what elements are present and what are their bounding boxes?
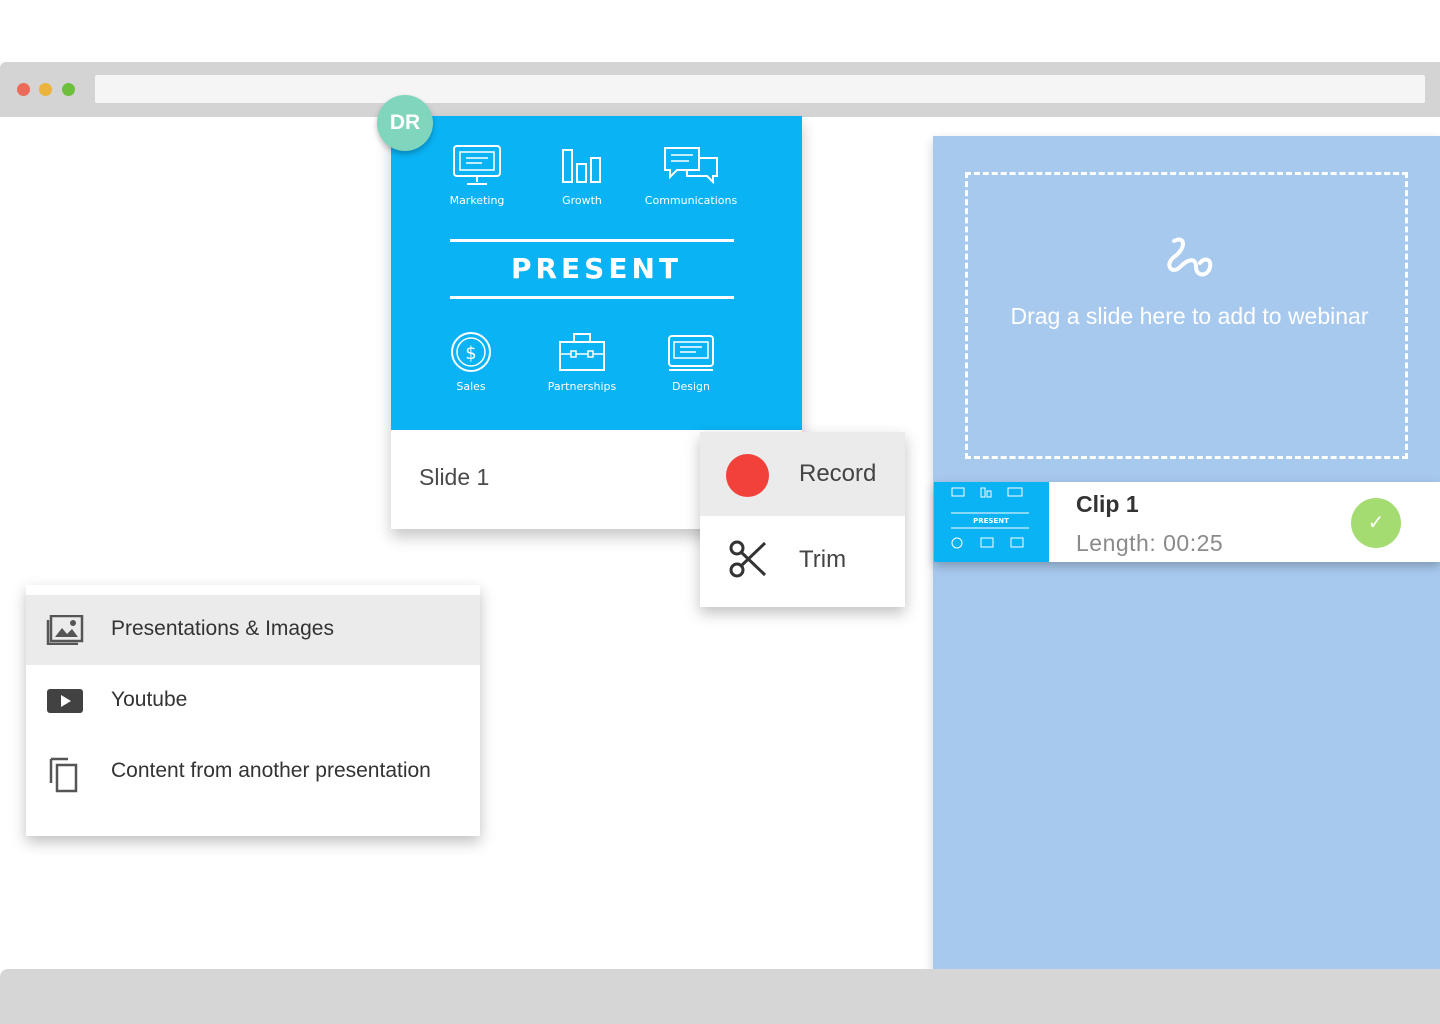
slide-item-design: Design (631, 330, 751, 393)
menu-item-label: Content from another presentation (111, 759, 431, 782)
clip-thumbnail: PRESENT (934, 482, 1049, 562)
squiggle-icon (1167, 237, 1213, 277)
trim-menu-item[interactable]: Trim (700, 518, 905, 602)
browser-footer (0, 969, 1440, 1024)
slide-item-label: Partnerships (547, 380, 617, 393)
slide-item-communications: Communications (631, 144, 751, 207)
menu-item-label: Presentations & Images (111, 617, 334, 640)
slide-item-label: Marketing (449, 194, 505, 207)
window-minimize-dot[interactable] (39, 83, 52, 96)
copy-icon (49, 757, 78, 793)
record-menu-item[interactable]: Record (700, 432, 905, 516)
slide-item-label: Design (672, 380, 710, 393)
slide-item-sales: $ Sales (411, 330, 531, 393)
slide-item-partnerships: Partnerships (522, 330, 642, 393)
youtube-icon (47, 689, 83, 713)
images-icon (46, 615, 84, 645)
slide-item-growth: Growth (522, 144, 642, 207)
browser-window-icon (668, 335, 714, 371)
record-icon (726, 454, 769, 497)
drop-zone-text: Drag a slide here to add to webinar (1010, 303, 1369, 329)
divider (450, 296, 734, 299)
svg-text:PRESENT: PRESENT (973, 517, 1009, 525)
drop-zone[interactable]: Drag a slide here to add to webinar (965, 172, 1408, 459)
window-close-dot[interactable] (17, 83, 30, 96)
divider (450, 239, 734, 242)
address-bar[interactable] (95, 75, 1425, 103)
slide-action-menu: Record Trim (700, 432, 905, 607)
slide-item-marketing: Marketing (417, 144, 537, 207)
bar-chart-icon (562, 149, 601, 183)
clip-title: Clip 1 (1076, 491, 1139, 517)
slide-item-label: Growth (562, 194, 602, 207)
clip-card[interactable]: PRESENT Clip 1 Length: 00:25 ✓ (934, 482, 1440, 562)
menu-item-presentations-images[interactable]: Presentations & Images (26, 595, 480, 665)
dollar-coin-icon: $ (451, 332, 491, 372)
briefcase-icon (559, 333, 605, 371)
scissors-icon (729, 540, 767, 578)
slide-item-label: Communications (644, 194, 738, 207)
slide-label: Slide 1 (419, 464, 490, 490)
slide-preview: Marketing Growth Communications PRESENT (391, 116, 802, 430)
svg-text:$: $ (465, 343, 476, 364)
monitor-icon (453, 145, 501, 185)
clip-length: Length: 00:25 (1076, 530, 1224, 556)
slide-item-label: Sales (456, 380, 486, 393)
clip-thumbnail-graphic: PRESENT (951, 487, 1029, 549)
trim-label: Trim (799, 546, 847, 573)
menu-item-another-presentation[interactable]: Content from another presentation (26, 737, 480, 807)
avatar[interactable]: DR (377, 95, 433, 151)
speech-bubbles-icon (664, 147, 718, 185)
slide-title: PRESENT (510, 252, 683, 285)
window-maximize-dot[interactable] (62, 83, 75, 96)
record-label: Record (799, 460, 877, 487)
menu-item-youtube[interactable]: Youtube (26, 666, 480, 736)
check-icon: ✓ (1351, 498, 1401, 548)
add-content-menu: Presentations & Images Youtube Content f… (26, 585, 480, 836)
menu-item-label: Youtube (111, 688, 188, 711)
